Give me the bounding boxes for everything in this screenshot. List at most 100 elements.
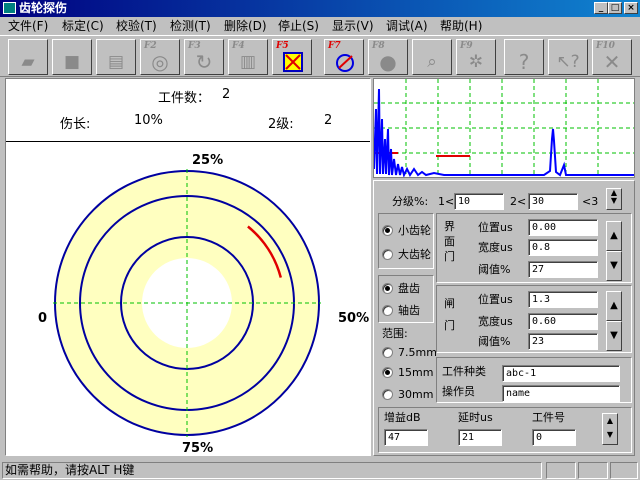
menu-help[interactable]: 帮助(H) [440,18,482,34]
gate1-width-input[interactable]: 0.8 [528,239,598,256]
gate1-threshold-input[interactable]: 27 [528,261,598,278]
gate2-threshold-label: 阈值% [478,335,511,348]
menu-verify[interactable]: 校验(T) [116,18,157,34]
part-number-spinner[interactable]: ▲ ▼ [602,413,618,445]
menu-file[interactable]: 文件(F) [8,18,48,34]
gear-ring-diagram [53,169,321,437]
gear-display: 工件数： 2 伤长: 10% 2级: 2 25% 0 50% 75% [5,78,371,456]
gate2-up-button[interactable]: ▲ [606,291,622,321]
f2-button[interactable]: F2 ◎ [140,39,180,75]
grade-1-prefix: 1< [438,195,455,208]
menu-view[interactable]: 显示(V) [332,18,374,34]
gate2-position-label: 位置us [478,293,513,306]
status-bar: 如需帮助，请按ALT H键 [0,460,640,480]
print-button[interactable]: ▤ [96,39,136,75]
menu-detect[interactable]: 检测(T) [170,18,211,34]
status-cell-1 [546,462,576,479]
small-gear-label: 小齿轮 [398,224,431,237]
grade-2-input[interactable]: 30 [528,193,578,210]
interface-gate-title: 界面门 [444,220,455,263]
large-gear-radio[interactable] [382,249,393,260]
part-type-input[interactable]: abc-1 [502,365,620,382]
disc-icon: ● [379,50,397,74]
f7-button[interactable]: F7 [324,39,364,75]
menu-delete[interactable]: 删除(D) [224,18,267,34]
context-help-button[interactable]: ↖? [548,39,588,75]
cancel-test-icon [283,52,303,72]
shaft-gear-radio[interactable] [382,305,393,316]
menu-debug[interactable]: 调试(A) [386,18,428,34]
gate1-down-button[interactable]: ▼ [606,251,622,281]
range-label: 范围: [382,327,408,340]
menu-stop[interactable]: 停止(S) [278,18,319,34]
f10-button[interactable]: F10 ✕ [592,39,632,75]
gain-input[interactable]: 47 [384,429,428,446]
f4-button[interactable]: F4 ▥ [228,39,268,75]
gate1-position-label: 位置us [478,221,513,234]
gate2-down-button[interactable]: ▼ [606,321,622,351]
minimize-button[interactable]: _ [594,2,608,14]
status-cell-3 [610,462,638,479]
grade-spinner[interactable]: ▲ ▼ [606,188,622,210]
grade-3-suffix: <3 [582,195,599,208]
operator-label: 操作员 [442,385,475,398]
gate1-position-input[interactable]: 0.00 [528,219,598,236]
disc-gear-label: 盘齿 [398,282,420,295]
grade-2-prefix: 2< [510,195,527,208]
parameter-panel: 分级%: 1< 10 2< 30 <3 ▲ ▼ 小齿轮 大齿轮 界面门 位置us … [373,180,635,456]
save-button[interactable]: ■ [52,39,92,75]
range-15mm-label: 15mm [398,366,434,379]
toolbar: ▰ ■ ▤ F2 ◎ F3 ↻ F4 ▥ F5 F7 F8 ● ⌕ F9 ✲ ?… [0,35,640,77]
waveform-icon: ▥ [239,52,257,72]
exit-icon: ✕ [603,50,621,74]
help-button[interactable]: ? [504,39,544,75]
grade-1-input[interactable]: 10 [454,193,504,210]
gate1-threshold-label: 阈值% [478,263,511,276]
target-icon: ◎ [151,50,169,74]
f8-button[interactable]: F8 ● [368,39,408,75]
f5-button[interactable]: F5 [272,39,312,75]
magnifier-icon: ⌕ [427,52,437,72]
pointer-help-icon: ↖? [556,52,580,72]
echo-trace [373,88,634,178]
open-button[interactable]: ▰ [8,39,48,75]
title-bar: 齿轮探伤 _ □ × [0,0,640,17]
delay-label: 延时us [458,411,493,424]
part-type-label: 工件种类 [442,365,486,378]
f3-button[interactable]: F3 ↻ [184,39,224,75]
range-30mm-label: 30mm [398,388,434,401]
printer-icon: ▤ [107,52,125,72]
disc-gear-radio[interactable] [382,283,393,294]
part-number-label: 工件号 [532,411,565,424]
part-number-input[interactable]: 0 [532,429,576,446]
close-button[interactable]: × [624,2,638,14]
stop-scan-icon [336,54,354,72]
preview-button[interactable]: ⌕ [412,39,452,75]
window-title: 齿轮探伤 [19,1,68,15]
operator-input[interactable]: name [502,385,620,402]
range-7-5mm-radio[interactable] [382,347,393,358]
gate2-threshold-input[interactable]: 23 [528,333,598,350]
gear-icon: ✲ [468,52,484,72]
folder-icon: ▰ [21,52,35,72]
delay-input[interactable]: 21 [458,429,502,446]
range-7-5mm-label: 7.5mm [398,346,437,359]
shaft-gear-label: 轴齿 [398,304,420,317]
small-gear-radio[interactable] [382,225,393,236]
gate2-position-input[interactable]: 1.3 [528,291,598,308]
range-30mm-radio[interactable] [382,389,393,400]
floppy-icon: ■ [63,52,81,72]
grade-label: 分级%: [392,195,429,208]
question-icon: ? [518,50,530,74]
gate2-width-input[interactable]: 0.60 [528,313,598,330]
menu-calibrate[interactable]: 标定(C) [62,18,104,34]
f9-button[interactable]: F9 ✲ [456,39,496,75]
maximize-button[interactable]: □ [608,2,622,14]
app-icon[interactable] [3,2,16,14]
flaw-gate-title: 闸门 [444,297,455,332]
angle-top-label: 25% [192,153,224,168]
large-gear-label: 大齿轮 [398,248,431,261]
gate1-up-button[interactable]: ▲ [606,221,622,251]
range-15mm-radio[interactable] [382,367,393,378]
ascan-scope [373,78,635,178]
